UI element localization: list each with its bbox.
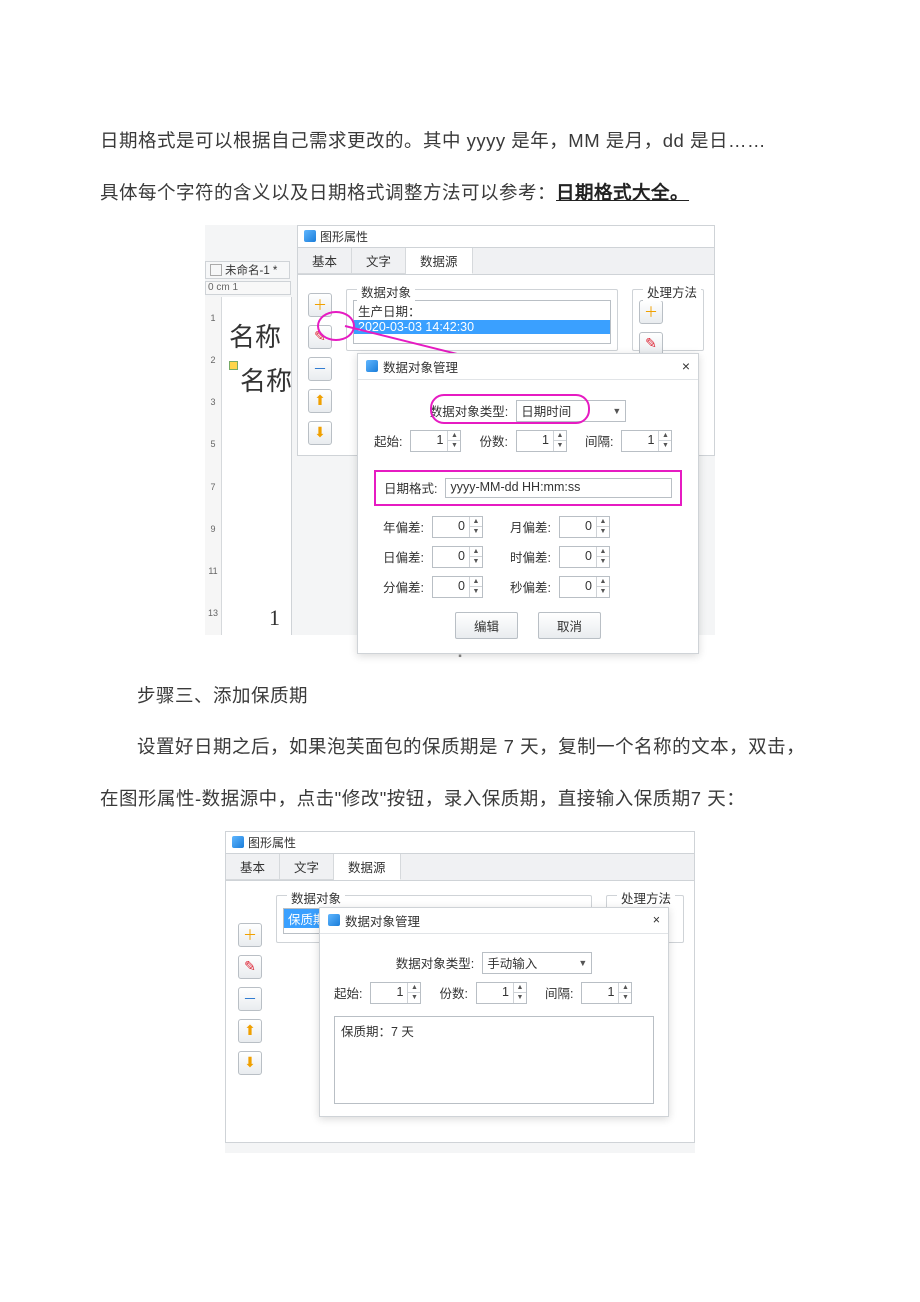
chevron-down-icon: ▼: [612, 406, 621, 416]
count-spinner[interactable]: 1▲▼: [516, 430, 567, 452]
start-label-2: 起始:: [334, 983, 362, 1002]
hour-offset-label: 时偏差:: [491, 547, 551, 566]
tab-basic-2[interactable]: 基本: [226, 854, 280, 880]
properties-window-title: 图形属性: [297, 225, 715, 248]
paragraph-2: 具体每个字符的含义以及日期格式调整方法可以参考：日期格式大全。: [100, 167, 820, 219]
canvas-text-name-1[interactable]: 名称: [229, 317, 281, 354]
format-input[interactable]: yyyy-MM-dd HH:mm:ss: [445, 478, 672, 498]
canvas-page-number: 1: [269, 605, 280, 631]
remove-button[interactable]: －: [308, 357, 332, 381]
start-spinner[interactable]: 1▲▼: [410, 430, 461, 452]
properties-window-title-2: 图形属性: [225, 831, 695, 854]
count-spinner-2[interactable]: 1▲▼: [476, 982, 527, 1004]
paragraph-3: 设置好日期之后，如果泡芙面包的保质期是 7 天，复制一个名称的文本，双击，在图形…: [100, 721, 820, 825]
dialog-icon: [366, 360, 378, 372]
app-icon: [304, 230, 316, 242]
dialog-title-2: 数据对象管理: [345, 911, 420, 930]
group-process-method-2: 处理方法: [617, 888, 675, 907]
type-label-2: 数据对象类型:: [396, 953, 474, 972]
remove-button-2[interactable]: －: [238, 987, 262, 1011]
document-tab[interactable]: 未命名-1 *: [205, 261, 290, 279]
dialog-close-button-2[interactable]: ×: [653, 913, 660, 927]
second-offset-label: 秒偏差:: [491, 577, 551, 596]
tab-basic[interactable]: 基本: [298, 248, 352, 274]
year-offset-label: 年偏差:: [374, 517, 424, 536]
count-label-2: 份数:: [439, 983, 467, 1002]
month-offset-spinner[interactable]: 0▲▼: [559, 516, 610, 538]
tab-text[interactable]: 文字: [352, 248, 406, 274]
properties-tabs: 基本 文字 数据源: [297, 248, 715, 275]
ruler-vertical: 1235791113: [205, 297, 222, 635]
data-object-row-1[interactable]: 生产日期：: [354, 301, 610, 320]
format-label: 日期格式:: [384, 478, 437, 497]
method-add-button[interactable]: ＋: [639, 300, 663, 324]
start-label: 起始:: [374, 431, 402, 450]
manual-text-input[interactable]: 保质期：7 天: [334, 1016, 654, 1104]
gap-label-2: 间隔:: [545, 983, 573, 1002]
link-date-format-guide[interactable]: 日期格式大全。: [556, 182, 689, 203]
tab-data-source[interactable]: 数据源: [406, 248, 473, 274]
move-down-button-2[interactable]: ⬇: [238, 1051, 262, 1075]
cancel-button[interactable]: 取消: [538, 612, 601, 639]
screenshot-shelf-life: 图形属性 基本 文字 数据源 ＋ ✎ － ⬆ ⬇ 数据对象: [225, 831, 695, 1153]
add-button[interactable]: ＋: [308, 293, 332, 317]
data-object-row-2-selected[interactable]: 2020-03-03 14:42:30: [354, 320, 610, 334]
canvas-text-name-2[interactable]: 名称: [229, 361, 292, 398]
data-object-manage-dialog: 数据对象管理 × 数据对象类型: 日期时间▼ 起始: 1▲▼ 份数:: [357, 353, 699, 654]
type-dropdown[interactable]: 日期时间▼: [516, 400, 626, 422]
month-offset-label: 月偏差:: [491, 517, 551, 536]
ruler-horizontal: 0 cm 1: [205, 281, 291, 295]
gap-spinner[interactable]: 1▲▼: [621, 430, 672, 452]
day-offset-spinner[interactable]: 0▲▼: [432, 546, 483, 568]
gap-spinner-2[interactable]: 1▲▼: [581, 982, 632, 1004]
move-up-button-2[interactable]: ⬆: [238, 1019, 262, 1043]
highlight-box-format: 日期格式: yyyy-MM-dd HH:mm:ss: [374, 470, 682, 506]
tab-text-2[interactable]: 文字: [280, 854, 334, 880]
design-canvas: 1235791113 名称 名称 1: [205, 297, 292, 635]
data-object-manage-dialog-2: 数据对象管理 × 数据对象类型: 手动输入▼ 起始: 1▲▼ 份数: 1▲▼: [319, 907, 669, 1117]
dialog-icon-2: [328, 914, 340, 926]
minute-offset-label: 分偏差:: [374, 577, 424, 596]
minute-offset-spinner[interactable]: 0▲▼: [432, 576, 483, 598]
type-label: 数据对象类型:: [430, 401, 508, 420]
edit-confirm-button[interactable]: 编辑: [455, 612, 518, 639]
group-data-object: 数据对象: [357, 282, 415, 301]
year-offset-spinner[interactable]: 0▲▼: [432, 516, 483, 538]
edit-button-2[interactable]: ✎: [238, 955, 262, 979]
paragraph-2-pre: 具体每个字符的含义以及日期格式调整方法可以参考：: [100, 182, 556, 203]
add-button-2[interactable]: ＋: [238, 923, 262, 947]
count-label: 份数:: [479, 431, 507, 450]
dialog-title: 数据对象管理: [383, 357, 458, 376]
gap-label: 间隔:: [585, 431, 613, 450]
screenshot-date-format: 未命名-1 * 0 cm 1 1235791113 名称 名称 1 图形属性 基…: [205, 225, 715, 635]
step-3-heading: 步骤三、添加保质期: [100, 670, 820, 722]
dialog-close-button[interactable]: ×: [682, 358, 690, 374]
type-dropdown-2[interactable]: 手动输入▼: [482, 952, 592, 974]
app-icon: [232, 836, 244, 848]
group-data-object-2: 数据对象: [287, 888, 345, 907]
paragraph-1: 日期格式是可以根据自己需求更改的。其中 yyyy 是年，MM 是月，dd 是日……: [100, 115, 820, 167]
hour-offset-spinner[interactable]: 0▲▼: [559, 546, 610, 568]
tab-data-source-2[interactable]: 数据源: [334, 854, 401, 880]
move-down-button[interactable]: ⬇: [308, 421, 332, 445]
day-offset-label: 日偏差:: [374, 547, 424, 566]
start-spinner-2[interactable]: 1▲▼: [370, 982, 421, 1004]
group-process-method: 处理方法: [643, 282, 701, 301]
move-up-button[interactable]: ⬆: [308, 389, 332, 413]
chevron-down-icon: ▼: [578, 958, 587, 968]
properties-tabs-2: 基本 文字 数据源: [225, 854, 695, 881]
edit-button[interactable]: ✎: [308, 325, 332, 349]
second-offset-spinner[interactable]: 0▲▼: [559, 576, 610, 598]
selection-handle-icon: [229, 361, 238, 370]
